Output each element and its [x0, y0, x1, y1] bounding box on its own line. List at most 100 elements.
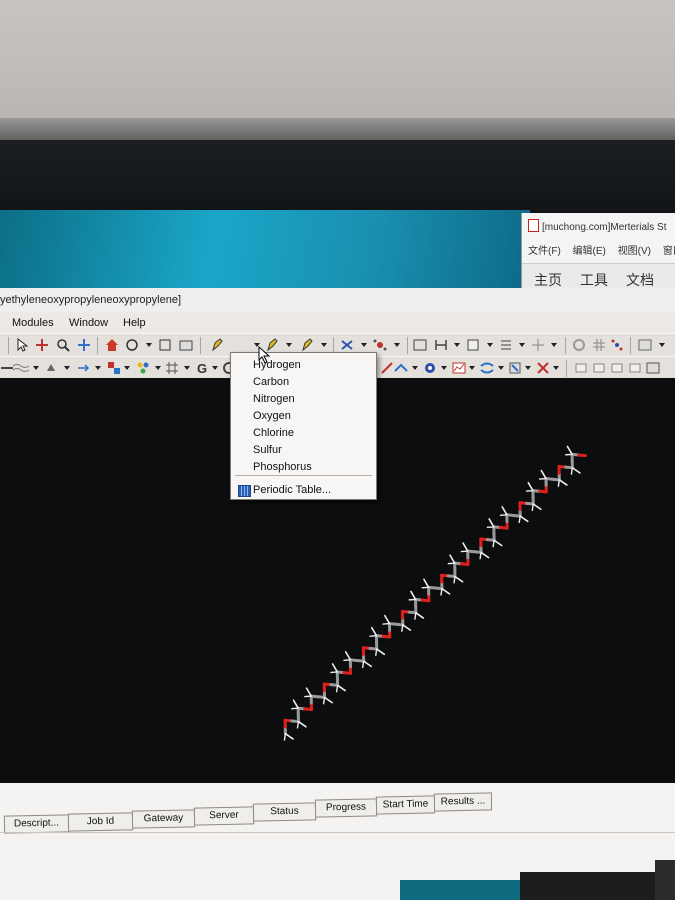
menu-divider: [235, 475, 372, 476]
toolbar-separator: [97, 337, 98, 354]
ring-dropdown-arrow[interactable]: [286, 343, 292, 347]
element-option-sulfur[interactable]: Sulfur: [253, 443, 282, 458]
zoom-icon[interactable]: [56, 338, 70, 352]
vamp-dropdown-arrow[interactable]: [525, 366, 531, 370]
qsar-dropdown-arrow[interactable]: [184, 366, 190, 370]
align-icon[interactable]: [499, 338, 513, 352]
build-crystal-icon[interactable]: [466, 338, 480, 352]
pdf-tab-home[interactable]: 主页: [534, 270, 562, 290]
rotate-icon[interactable]: [125, 338, 139, 352]
atom-cluster-icon[interactable]: [610, 338, 624, 352]
element-dropdown-menu[interactable]: Hydrogen Carbon Nitrogen Oxygen Chlorine…: [230, 352, 377, 500]
pdf-menu-edit[interactable]: 编辑(E): [573, 246, 606, 257]
pdf-title-text: [muchong.com]Merterials St: [542, 222, 667, 233]
module-dmol3-icon[interactable]: [45, 361, 59, 375]
pdf-menu-window[interactable]: 窗口: [663, 246, 675, 257]
pdf-menu-view[interactable]: 视图(V): [618, 246, 651, 257]
element-option-carbon[interactable]: Carbon: [253, 375, 289, 390]
module-synthia-icon[interactable]: [480, 361, 494, 375]
translate-icon[interactable]: [77, 338, 91, 352]
menu-modules[interactable]: Modules: [12, 317, 54, 329]
settings-gear-icon[interactable]: [572, 338, 586, 352]
fragment-dropdown-arrow[interactable]: [321, 343, 327, 347]
module-vamp-icon[interactable]: [508, 361, 522, 375]
layout-icon-1[interactable]: [574, 361, 588, 375]
column-description[interactable]: Descript...: [3, 814, 70, 834]
window-tile-icon[interactable]: [646, 361, 660, 375]
element-option-nitrogen[interactable]: Nitrogen: [253, 392, 295, 407]
sketch-atom-pencil-icon[interactable]: [210, 338, 224, 352]
periodic-table-icon: [238, 485, 251, 497]
amorphous-dropdown-arrow[interactable]: [33, 366, 39, 370]
clean-dropdown-arrow[interactable]: [361, 343, 367, 347]
module-mesocite-icon[interactable]: [107, 361, 121, 375]
module-castep-icon[interactable]: [76, 361, 90, 375]
module-amorphous-icon[interactable]: [12, 361, 30, 375]
element-option-oxygen[interactable]: Oxygen: [253, 409, 291, 424]
module-reflex-icon[interactable]: [452, 361, 466, 375]
symmetry-dropdown-arrow[interactable]: [551, 343, 557, 347]
module-compass-icon[interactable]: [380, 361, 394, 375]
column-gateway[interactable]: Gateway: [131, 809, 196, 829]
pan-icon[interactable]: [35, 338, 49, 352]
layout-icon-2[interactable]: [592, 361, 606, 375]
hbond-icon[interactable]: [434, 338, 448, 352]
menu-window[interactable]: Window: [69, 317, 108, 329]
polymorph-dropdown-arrow[interactable]: [441, 366, 447, 370]
periodic-table-option[interactable]: Periodic Table...: [253, 483, 331, 498]
element-option-chlorine[interactable]: Chlorine: [253, 426, 294, 441]
menu-help[interactable]: Help: [123, 317, 146, 329]
desktop-wallpaper: [0, 210, 530, 290]
column-progress[interactable]: Progress: [314, 798, 378, 818]
chart-dropdown-arrow[interactable]: [659, 343, 665, 347]
reflex-dropdown-arrow[interactable]: [469, 366, 475, 370]
pdf-menubar: 文件(F) 编辑(E) 视图(V) 窗口: [528, 242, 675, 257]
crystal-dropdown-arrow[interactable]: [487, 343, 493, 347]
layout-icon-3[interactable]: [610, 361, 624, 375]
dmol3-dropdown-arrow[interactable]: [64, 366, 70, 370]
symmetry-icon[interactable]: [531, 338, 545, 352]
module-sorption-icon[interactable]: [136, 361, 150, 375]
column-job-id[interactable]: Job Id: [67, 812, 134, 832]
home-view-icon[interactable]: [105, 338, 119, 352]
module-polymorph-icon[interactable]: [423, 361, 437, 375]
castep-dropdown-arrow[interactable]: [95, 366, 101, 370]
align-dropdown-arrow[interactable]: [519, 343, 525, 347]
sorption-dropdown-arrow[interactable]: [155, 366, 161, 370]
column-start-time[interactable]: Start Time: [375, 795, 436, 815]
synthia-dropdown-arrow[interactable]: [498, 366, 504, 370]
menubar: Modules Window Help: [0, 312, 675, 334]
module-qmera-icon[interactable]: [536, 361, 550, 375]
hbond-dropdown-arrow[interactable]: [454, 343, 460, 347]
module-gulp-icon[interactable]: G: [196, 361, 210, 376]
select-arrow-icon[interactable]: [15, 337, 29, 352]
pdf-file-icon: [528, 219, 539, 232]
desktop-strip: [0, 140, 675, 215]
pdf-tab-document[interactable]: 文档: [626, 270, 654, 290]
gulp-dropdown-arrow[interactable]: [212, 366, 218, 370]
module-qsar-icon[interactable]: [165, 361, 179, 375]
pdf-tab-tools[interactable]: 工具: [580, 270, 608, 290]
fit-to-screen-icon[interactable]: [158, 338, 172, 352]
column-status[interactable]: Status: [252, 802, 317, 822]
layout-icon-4[interactable]: [628, 361, 642, 375]
qmera-dropdown-arrow[interactable]: [553, 366, 559, 370]
chart-icon[interactable]: [638, 338, 652, 352]
pdf-reader-window[interactable]: [muchong.com]Merterials St 文件(F) 编辑(E) 视…: [521, 213, 675, 294]
measure-icon[interactable]: [413, 338, 427, 352]
mesocite-dropdown-arrow[interactable]: [124, 366, 130, 370]
module-motif-icon[interactable]: [394, 361, 408, 375]
rotate-dropdown-arrow[interactable]: [146, 343, 152, 347]
window-title: yethyleneoxypropyleneoxypropylene]: [0, 294, 182, 306]
motif-dropdown-arrow[interactable]: [412, 366, 418, 370]
column-server[interactable]: Server: [193, 806, 255, 826]
column-results[interactable]: Results ...: [433, 792, 493, 812]
display-style-icon[interactable]: [179, 338, 193, 352]
adjust-hydrogen-icon[interactable]: [373, 338, 387, 352]
element-option-phosphorus[interactable]: Phosphorus: [253, 460, 312, 475]
sketch-fragment-icon[interactable]: [300, 338, 314, 352]
grid-icon[interactable]: [592, 338, 606, 352]
pdf-menu-file[interactable]: 文件(F): [528, 246, 561, 257]
hydrogen-dropdown-arrow[interactable]: [394, 343, 400, 347]
clean-icon[interactable]: [340, 338, 354, 352]
